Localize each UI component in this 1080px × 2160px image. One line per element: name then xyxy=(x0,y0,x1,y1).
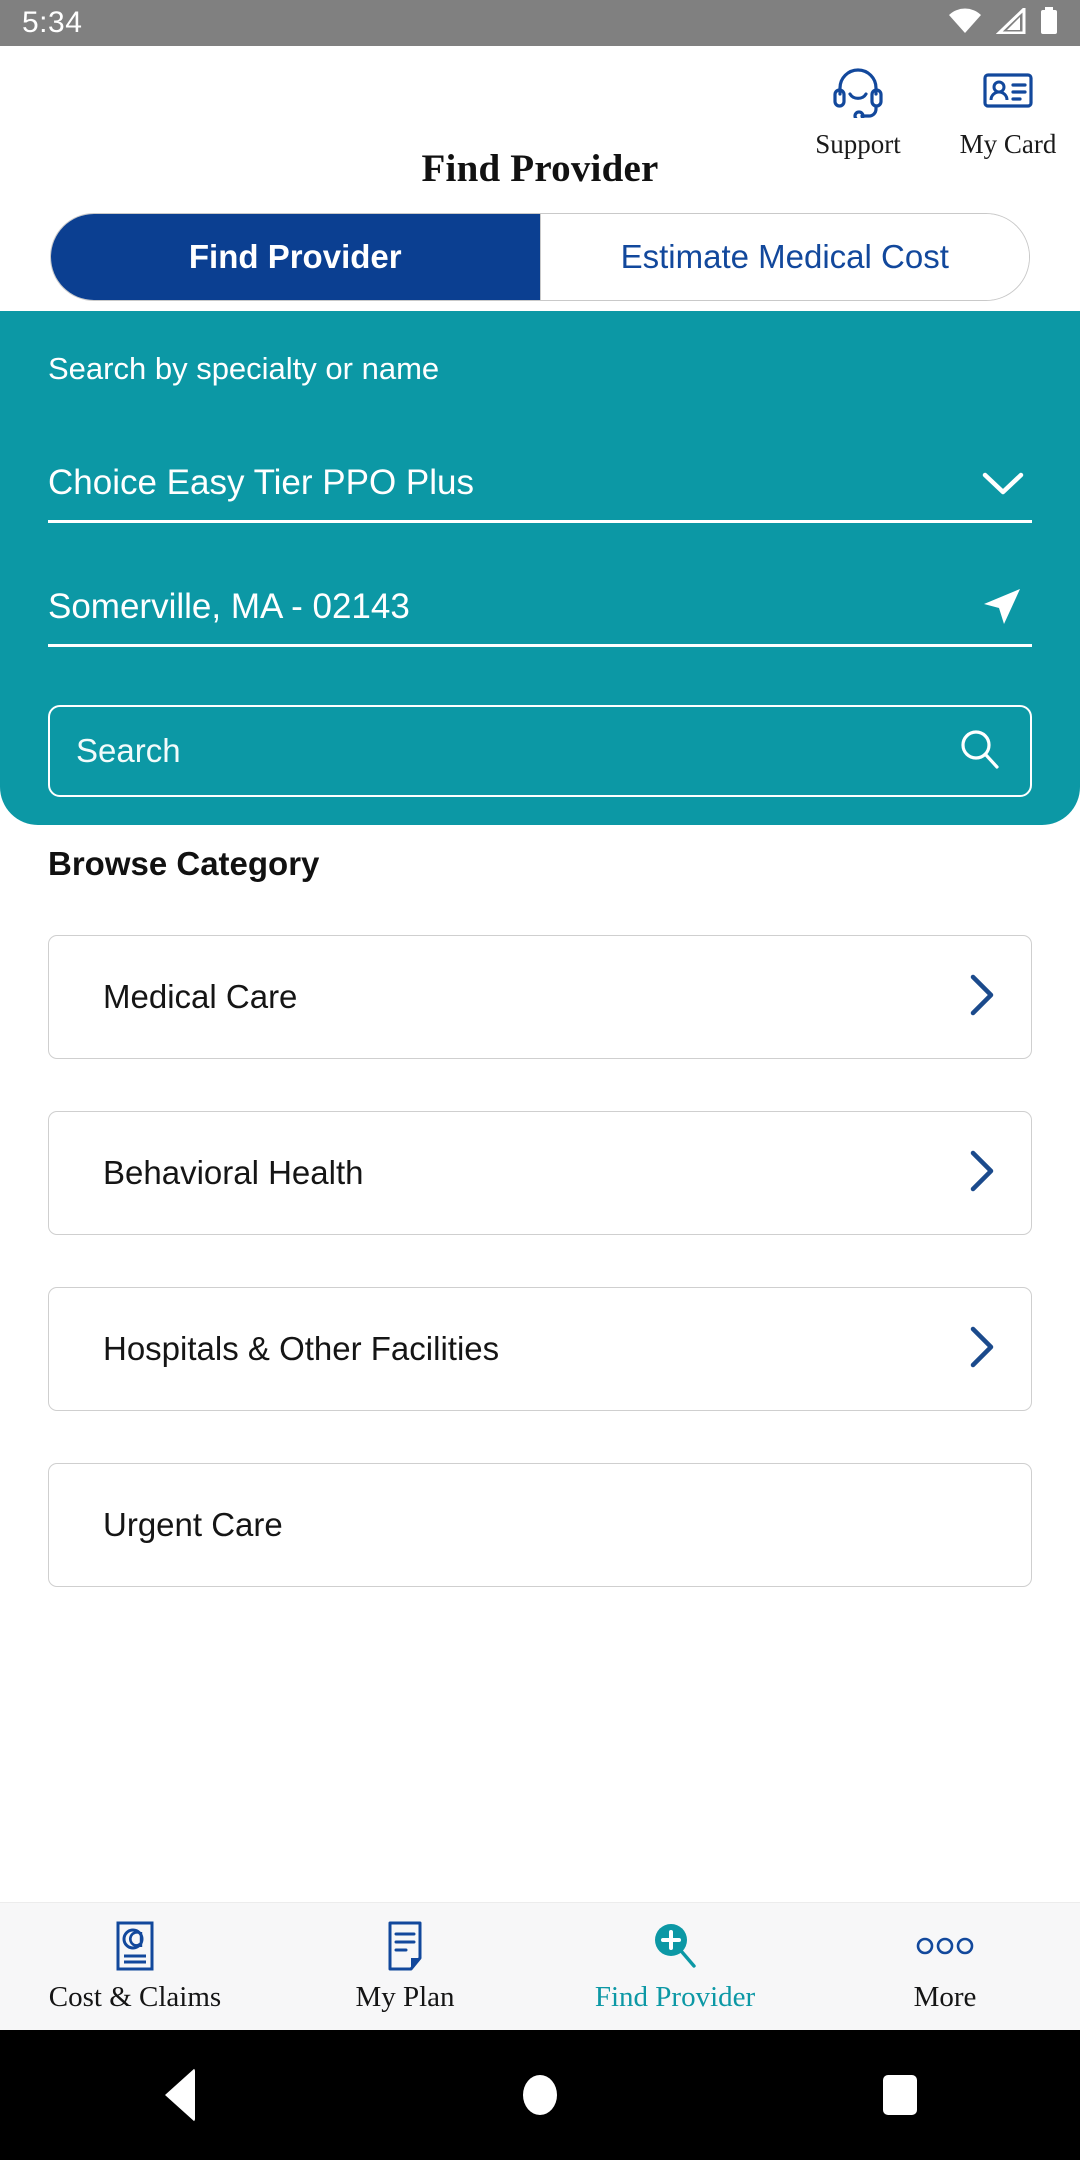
support-button[interactable]: Support xyxy=(804,62,912,160)
my-card-label: My Card xyxy=(959,129,1057,159)
nav-item-cost-and-claims[interactable]: Cost & Claims xyxy=(0,1903,270,2030)
chevron-down-icon[interactable] xyxy=(980,468,1026,498)
recents-button[interactable] xyxy=(830,2030,970,2160)
search-panel: Search by specialty or name Choice Easy … xyxy=(0,311,1080,825)
tab-find-provider[interactable]: Find Provider xyxy=(51,214,540,300)
plan-select-value: Choice Easy Tier PPO Plus xyxy=(48,462,474,502)
status-bar: 5:34 xyxy=(0,0,1080,46)
chevron-right-icon[interactable] xyxy=(965,969,999,1026)
home-button[interactable] xyxy=(470,2030,610,2160)
header-actions: Support My Card xyxy=(804,62,1062,160)
nav-label: More xyxy=(913,1980,977,2013)
search-input[interactable]: Search xyxy=(48,705,1032,797)
battery-icon xyxy=(1040,6,1058,40)
location-value: Somerville, MA - 02143 xyxy=(48,586,410,626)
nav-label: Find Provider xyxy=(594,1980,756,2013)
search-icon[interactable] xyxy=(958,727,1002,776)
search-input-placeholder: Search xyxy=(76,732,181,769)
category-row-behavioral-health[interactable]: Behavioral Health xyxy=(48,1111,1032,1235)
browse-category-heading: Browse Category xyxy=(48,845,320,882)
location-field[interactable]: Somerville, MA - 02143 xyxy=(48,569,1032,647)
nav-item-more[interactable]: More xyxy=(810,1903,1080,2030)
android-system-navigation xyxy=(0,2030,1080,2160)
nav-item-find-provider[interactable]: Find Provider xyxy=(540,1903,810,2030)
status-time: 5:34 xyxy=(22,6,83,39)
status-icon-group xyxy=(948,4,1058,40)
app-screen: 5:34 Find Provider Support My Card Find … xyxy=(0,0,1080,2160)
bottom-navigation: Cost & Claims My Plan Find Provider More xyxy=(0,1902,1080,2030)
id-card-icon xyxy=(980,62,1036,123)
search-plus-icon xyxy=(649,1920,701,1972)
headset-support-icon xyxy=(830,62,886,123)
app-header: Find Provider Support My Card xyxy=(0,46,1080,196)
wifi-icon xyxy=(948,8,982,39)
current-location-icon[interactable] xyxy=(978,583,1026,631)
nav-item-my-plan[interactable]: My Plan xyxy=(270,1903,540,2030)
more-dots-icon xyxy=(913,1920,977,1972)
chevron-right-icon[interactable] xyxy=(965,1321,999,1378)
cellular-signal-icon xyxy=(995,4,1026,39)
tab-estimate-medical-cost[interactable]: Estimate Medical Cost xyxy=(539,214,1029,300)
provider-cost-segmented-control: Find Provider Estimate Medical Cost xyxy=(50,213,1030,301)
back-button[interactable] xyxy=(110,2030,250,2160)
category-label: Medical Care xyxy=(103,978,298,1015)
category-row-hospitals-other-facilities[interactable]: Hospitals & Other Facilities xyxy=(48,1287,1032,1411)
search-panel-caption: Search by specialty or name xyxy=(48,351,440,386)
cost-claims-icon xyxy=(111,1920,159,1972)
category-row-urgent-care[interactable]: Urgent Care xyxy=(48,1463,1032,1587)
my-plan-document-icon xyxy=(381,1920,429,1972)
my-card-button[interactable]: My Card xyxy=(954,62,1062,160)
category-row-medical-care[interactable]: Medical Care xyxy=(48,935,1032,1059)
support-label: Support xyxy=(815,129,901,159)
category-label: Urgent Care xyxy=(103,1506,283,1543)
nav-label: My Plan xyxy=(355,1980,455,2013)
plan-select[interactable]: Choice Easy Tier PPO Plus xyxy=(48,445,1032,523)
category-label: Behavioral Health xyxy=(103,1154,364,1191)
chevron-right-icon[interactable] xyxy=(965,1145,999,1202)
nav-label: Cost & Claims xyxy=(48,1980,222,2013)
category-label: Hospitals & Other Facilities xyxy=(103,1330,500,1367)
